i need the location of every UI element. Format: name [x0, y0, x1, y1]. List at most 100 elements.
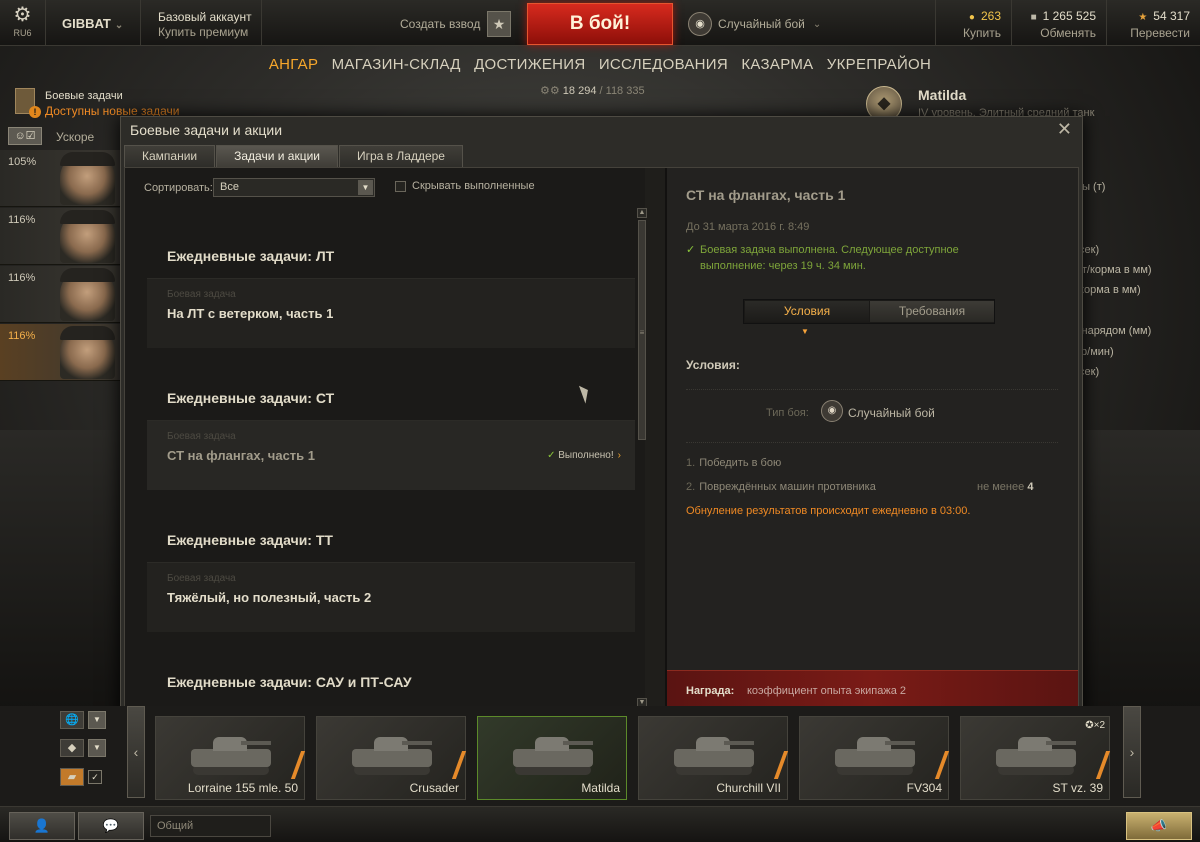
close-icon[interactable]: ✕	[1057, 119, 1072, 140]
warning-icon: !	[29, 106, 41, 118]
xp-total: 118 335	[605, 85, 645, 97]
carousel-left-arrow[interactable]: ‹	[127, 706, 145, 798]
check-icon: ✓	[547, 450, 556, 461]
chevron-down-icon: ▼	[88, 739, 106, 757]
check-icon: ✓	[686, 244, 696, 256]
tab-quests[interactable]: Задачи и акции	[216, 145, 338, 167]
quest-type: Боевая задача	[167, 289, 236, 300]
tank-card[interactable]: ✪×2 ST vz. 39	[960, 716, 1111, 800]
active-marker-icon: ▼	[801, 327, 809, 336]
quest-status-text: Боевая задача выполнена. Следующее досту…	[700, 244, 959, 272]
chevron-down-icon: ⌄	[812, 18, 822, 30]
quest-list-pane: Сортировать: Все ▼ Скрывать выполненные …	[125, 168, 647, 714]
gold-panel[interactable]: ● 263 Купить	[935, 0, 1011, 46]
notifications-button[interactable]: 📣	[1126, 812, 1192, 840]
tank-card[interactable]: Crusader	[316, 716, 467, 800]
tab-requirements[interactable]: Требования	[870, 301, 994, 322]
tank-card-selected[interactable]: Matilda	[477, 716, 627, 800]
tab-conditions[interactable]: Условия ▼	[745, 301, 869, 336]
crew-cap	[60, 152, 115, 166]
free-xp-icon: ★	[1138, 12, 1148, 23]
scroll-thumb[interactable]: ≡	[638, 220, 646, 440]
crew-skill: 105%	[8, 156, 37, 168]
chat-channels-button[interactable]: 💬	[78, 812, 144, 840]
tank-card-name: Crusader	[409, 781, 459, 795]
dialog-title: Боевые задачи и акции	[130, 122, 283, 138]
user-menu[interactable]: GIBBAT ⌄	[46, 0, 141, 46]
tier-stripe	[290, 751, 306, 779]
grip-icon: ≡	[639, 328, 645, 337]
quest-detail-title: СТ на флангах, часть 1	[686, 187, 846, 203]
free-xp-panel[interactable]: ★ 54 317 Перевести	[1106, 0, 1200, 46]
quest-item[interactable]: Боевая задача СТ на флангах, часть 1 ✓ В…	[147, 420, 635, 490]
nav-achievements[interactable]: ДОСТИЖЕНИЯ	[474, 56, 585, 73]
platoon-icon[interactable]: ★	[487, 11, 511, 37]
buy-premium-link[interactable]: Купить премиум	[158, 25, 261, 39]
dialog-tabs: Кампании Задачи и акции Игра в Ладдере	[124, 145, 464, 167]
crew-skill: 116%	[8, 214, 36, 226]
server-label: RU6	[13, 28, 32, 38]
nav-shop[interactable]: МАГАЗИН-СКЛАД	[332, 56, 461, 73]
user-icon: 👤	[33, 818, 51, 833]
sort-select[interactable]: Все ▼	[213, 178, 375, 197]
battle-mode-select[interactable]: ◉ Случайный бой ⌄	[688, 12, 821, 36]
crew-boost-icon[interactable]: ☺☑	[8, 127, 42, 145]
chat-input[interactable]: Общий	[150, 815, 271, 837]
hide-completed-checkbox[interactable]	[395, 181, 406, 192]
nav-barracks[interactable]: КАЗАРМА	[741, 56, 813, 73]
tank-xp-display: ⚙⚙ 18 294 / 118 335	[540, 85, 645, 97]
quest-group-title: Ежедневные задачи: ЛТ	[167, 248, 335, 264]
tab-campaigns[interactable]: Кампании	[124, 145, 216, 167]
account-panel[interactable]: Базовый аккаунт Купить премиум	[142, 0, 262, 46]
free-xp-value: 54 317	[1153, 9, 1190, 23]
battle-mode-label: Случайный бой	[718, 17, 805, 31]
tier-stripe	[451, 751, 467, 779]
tank-card-name: Matilda	[581, 781, 620, 795]
crew-member[interactable]: 116%	[0, 266, 120, 323]
crew-cap	[60, 210, 115, 224]
tank-card[interactable]: Lorraine 155 mle. 50	[155, 716, 306, 800]
crew-cap	[60, 326, 115, 340]
quests-notice[interactable]: ! Боевые задачи Доступны новые задачи	[13, 86, 183, 120]
done-label: Выполнено!	[558, 450, 614, 461]
crew-member[interactable]: 116%	[0, 208, 120, 265]
chevron-down-icon: ⌄	[114, 20, 124, 31]
quest-item[interactable]: Боевая задача На ЛТ с ветерком, часть 1	[147, 278, 635, 348]
tank-card[interactable]: Churchill VII	[638, 716, 789, 800]
scroll-up-icon[interactable]: ▲	[637, 208, 647, 218]
tier-stripe	[934, 751, 950, 779]
quest-group-title: Ежедневные задачи: САУ и ПТ-САУ	[167, 674, 412, 690]
crew-member[interactable]: 105%	[0, 150, 120, 207]
tank-name: Matilda	[918, 87, 967, 103]
carousel-right-arrow[interactable]: ›	[1123, 706, 1141, 798]
tab-ladder[interactable]: Игра в Ладдере	[339, 145, 463, 167]
nav-hangar[interactable]: АНГАР	[269, 56, 318, 73]
buy-gold-link[interactable]: Купить	[936, 26, 1001, 40]
credits-panel[interactable]: ■ 1 265 525 Обменять	[1011, 0, 1106, 46]
tier-filter[interactable]: ▰ ✓	[60, 768, 106, 786]
type-filter[interactable]: ◆ ▼	[60, 739, 106, 757]
server-menu-button[interactable]: ⚙ RU6	[0, 0, 46, 46]
chat-icon: 💬	[102, 818, 120, 833]
nav-stronghold[interactable]: УКРЕПРАЙОН	[827, 56, 931, 73]
chevron-down-icon: ▼	[358, 180, 373, 195]
tank-card[interactable]: FV304	[799, 716, 950, 800]
xp-current: 18 294	[562, 85, 597, 97]
contacts-button[interactable]: 👤	[9, 812, 75, 840]
crew-member[interactable]: 116%	[0, 324, 120, 381]
tank-param: /корма в мм)	[1076, 284, 1141, 296]
quest-item[interactable]: Боевая задача Тяжёлый, но полезный, част…	[147, 562, 635, 632]
nation-filter[interactable]: 🌐 ▼	[60, 711, 106, 729]
convert-xp-link[interactable]: Перевести	[1107, 26, 1190, 40]
gold-icon: ●	[968, 12, 975, 23]
exchange-link[interactable]: Обменять	[1012, 26, 1096, 40]
crew-skill: 116%	[8, 330, 36, 342]
nav-research[interactable]: ИССЛЕДОВАНИЯ	[599, 56, 728, 73]
condition-text: Победить в бою	[699, 457, 782, 469]
reward-label: Награда:	[686, 685, 735, 697]
quest-list-scrollbar[interactable]: ▲ ≡ ▼	[637, 208, 647, 708]
create-platoon-link[interactable]: Создать взвод	[400, 17, 480, 31]
credits-value: 1 265 525	[1042, 9, 1096, 23]
tier-stripe	[773, 751, 789, 779]
battle-button[interactable]: В бой!	[527, 3, 673, 45]
